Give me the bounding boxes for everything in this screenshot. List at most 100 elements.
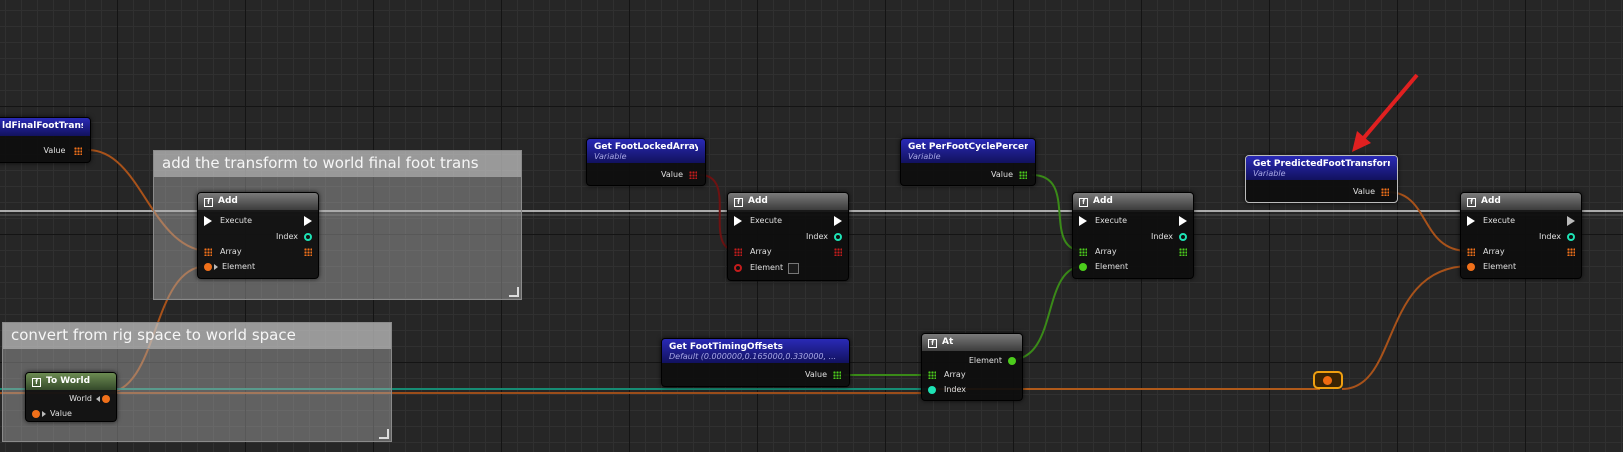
index-out-pin[interactable]: [834, 233, 842, 241]
pin-label: Index: [1150, 232, 1173, 241]
variable-node-foot-locked-array[interactable]: Get FootLockedArray Variable Value: [586, 138, 706, 186]
at-node[interactable]: f At Element Array Index: [921, 333, 1023, 401]
bool-array-pin[interactable]: [689, 171, 697, 179]
collapse-arrow-icon: [96, 396, 100, 402]
add-node-1[interactable]: f Add Execute Index Array Element: [197, 192, 319, 279]
variable-name: Get PerFootCyclePercent: [908, 142, 1028, 152]
array-in-pin[interactable]: [1079, 248, 1087, 256]
reroute-pin[interactable]: [1323, 376, 1332, 385]
variable-subtitle: Variable: [908, 152, 941, 161]
pin-label: Array: [1095, 247, 1117, 256]
transform-wire: [1341, 265, 1471, 390]
pin-label: Value: [661, 170, 683, 179]
variable-node-predicted-foot-transforms[interactable]: Get PredictedFootTransforms Variable Valu…: [1245, 155, 1398, 203]
pin-label: Execute: [1095, 216, 1127, 225]
function-icon: f: [734, 198, 743, 207]
red-arrow-annotation: [1360, 73, 1419, 142]
element-checkbox[interactable]: [788, 262, 800, 274]
index-out-pin[interactable]: [1567, 233, 1575, 241]
transform-wire: [1387, 191, 1469, 252]
variable-subtitle: Variable: [594, 152, 627, 161]
index-in-pin[interactable]: [928, 386, 936, 394]
world-out-pin[interactable]: [102, 395, 110, 403]
add-node-4[interactable]: f Add Execute Index Array Element: [1460, 192, 1582, 279]
variable-name: Get PredictedFootTransforms: [1253, 159, 1390, 169]
comment-title[interactable]: convert from rig space to world space: [3, 323, 391, 349]
to-world-node[interactable]: f To World World Value: [25, 372, 117, 422]
pin-label: Index: [944, 385, 967, 394]
function-icon: f: [928, 339, 937, 348]
transform-array-pin[interactable]: [1381, 188, 1389, 196]
array-in-pin[interactable]: [204, 248, 212, 256]
variable-node-per-foot-cycle-percent[interactable]: Get PerFootCyclePercent Variable Value: [900, 138, 1036, 186]
pin-label: Value: [1353, 187, 1375, 196]
float-array-pin[interactable]: [833, 371, 841, 379]
node-title: Add: [1093, 196, 1113, 206]
pin-label: Element: [1483, 262, 1517, 271]
function-icon: f: [1467, 198, 1476, 207]
array-out-pin[interactable]: [834, 247, 842, 256]
resize-handle[interactable]: [509, 287, 519, 297]
exec-in-pin[interactable]: [1467, 216, 1475, 226]
resize-handle[interactable]: [379, 429, 389, 439]
variable-subtitle: Default (0.000000,0.165000,0.330000, ...: [669, 352, 837, 361]
exec-in-pin[interactable]: [204, 216, 212, 226]
pin-label: Element: [222, 262, 256, 271]
variable-name: Get FootLockedArray: [594, 142, 698, 152]
pin-label: Value: [43, 146, 66, 155]
node-title: Add: [218, 196, 238, 206]
pin-label: Index: [275, 232, 298, 241]
function-icon: f: [32, 378, 41, 387]
element-in-pin[interactable]: [734, 264, 742, 272]
function-icon: f: [204, 198, 213, 207]
pin-label: Execute: [750, 216, 782, 225]
add-node-2[interactable]: f Add Execute Index Array Element: [727, 192, 849, 281]
array-out-pin[interactable]: [1179, 247, 1187, 256]
index-out-pin[interactable]: [1179, 233, 1187, 241]
transform-array-pin[interactable]: [74, 147, 82, 155]
pin-label: Element: [1095, 262, 1129, 271]
pin-label: Value: [991, 170, 1013, 179]
pin-label: Array: [1483, 247, 1505, 256]
variable-node-foot-timing-offsets[interactable]: Get FootTimingOffsets Default (0.000000,0…: [661, 338, 850, 387]
array-in-pin[interactable]: [928, 371, 936, 379]
variable-name: ldFinalFootTrans: [2, 121, 83, 131]
array-in-pin[interactable]: [1467, 248, 1475, 256]
exec-in-pin[interactable]: [734, 216, 742, 226]
value-in-pin[interactable]: [32, 410, 40, 418]
pin-label: Index: [1538, 232, 1561, 241]
variable-subtitle: Variable: [1253, 169, 1286, 178]
pin-label: Array: [750, 247, 772, 256]
node-title: To World: [46, 376, 91, 386]
exec-out-pin[interactable]: [1567, 215, 1575, 226]
node-title: At: [942, 337, 954, 347]
variable-node-final-foot-trans[interactable]: ldFinalFootTrans Value: [0, 117, 91, 163]
node-title: Add: [748, 196, 768, 206]
float-array-pin[interactable]: [1019, 171, 1027, 179]
exec-out-pin[interactable]: [834, 215, 842, 226]
element-in-pin[interactable]: [204, 263, 212, 271]
exec-out-pin[interactable]: [304, 215, 312, 226]
index-out-pin[interactable]: [304, 233, 312, 241]
pin-label: Array: [220, 247, 242, 256]
pin-label: Element: [968, 356, 1002, 365]
array-in-pin[interactable]: [734, 248, 742, 256]
element-in-pin[interactable]: [1079, 263, 1087, 271]
expand-arrow-icon: [42, 411, 46, 417]
element-out-pin[interactable]: [1008, 357, 1016, 365]
expand-arrow-icon: [214, 264, 218, 270]
array-out-pin[interactable]: [1567, 247, 1575, 256]
comment-title[interactable]: add the transform to world final foot tr…: [154, 151, 521, 177]
pin-label: Array: [944, 370, 966, 379]
array-out-pin[interactable]: [304, 247, 312, 256]
pin-label: Index: [805, 232, 828, 241]
element-in-pin[interactable]: [1467, 263, 1475, 271]
pin-label: World: [69, 394, 92, 403]
exec-out-pin[interactable]: [1179, 215, 1187, 226]
pin-label: Execute: [1483, 216, 1515, 225]
add-node-3[interactable]: f Add Execute Index Array Element: [1072, 192, 1194, 279]
blueprint-graph-canvas[interactable]: add the transform to world final foot tr…: [0, 0, 1623, 452]
reroute-node[interactable]: [1313, 371, 1343, 389]
exec-in-pin[interactable]: [1079, 216, 1087, 226]
pin-label: Value: [50, 409, 72, 418]
